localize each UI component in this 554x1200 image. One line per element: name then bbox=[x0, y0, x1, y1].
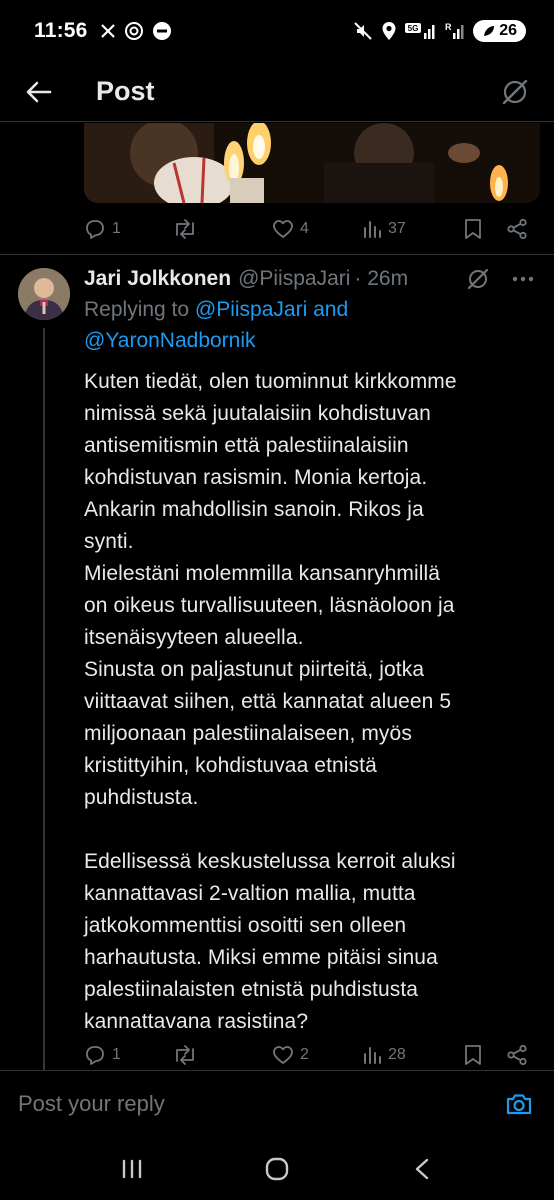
more-options-icon[interactable] bbox=[512, 276, 534, 282]
bookmark-button[interactable] bbox=[464, 1044, 506, 1066]
x-app-icon bbox=[100, 24, 115, 38]
reply-count: 1 bbox=[112, 1046, 121, 1063]
grok-icon[interactable] bbox=[466, 267, 490, 291]
share-button[interactable] bbox=[506, 1044, 534, 1066]
back-nav-icon bbox=[415, 1158, 428, 1180]
replying-to-and[interactable]: and bbox=[307, 298, 348, 321]
share-icon bbox=[507, 218, 527, 240]
share-button[interactable] bbox=[506, 218, 534, 240]
camera-icon bbox=[506, 1093, 532, 1114]
svg-text:R: R bbox=[445, 22, 452, 32]
home-button[interactable] bbox=[247, 1149, 307, 1189]
page-title: Post bbox=[96, 76, 155, 106]
reply-button[interactable]: 1 bbox=[84, 1044, 172, 1066]
like-count: 2 bbox=[300, 1046, 309, 1063]
like-button[interactable]: 2 bbox=[272, 1045, 362, 1065]
bookmark-icon bbox=[465, 219, 481, 239]
bookmark-icon bbox=[465, 1045, 481, 1065]
recents-button[interactable] bbox=[102, 1149, 162, 1189]
views-icon bbox=[364, 1047, 381, 1064]
thread-line bbox=[43, 328, 45, 1070]
views-button[interactable]: 28 bbox=[362, 1045, 464, 1065]
post-divider bbox=[0, 254, 554, 255]
mute-icon bbox=[354, 22, 372, 40]
reply-post-actions: 1 2 28 bbox=[84, 1040, 534, 1070]
battery-saver-icon bbox=[484, 26, 495, 36]
signal-roaming-icon: R bbox=[445, 22, 464, 39]
repost-button[interactable] bbox=[172, 218, 272, 240]
svg-text:5G: 5G bbox=[408, 24, 419, 33]
parent-post-actions: 1 4 37 bbox=[84, 214, 534, 244]
bookmark-button[interactable] bbox=[464, 218, 506, 240]
views-button[interactable]: 37 bbox=[362, 219, 464, 239]
recents-icon bbox=[123, 1159, 142, 1179]
reply-header: Jari Jolkkonen @PiispaJari · 26m bbox=[84, 262, 534, 296]
back-button[interactable] bbox=[22, 75, 56, 109]
author-handle[interactable]: @PiispaJari bbox=[238, 267, 350, 291]
share-icon bbox=[507, 1044, 527, 1066]
like-button[interactable]: 4 bbox=[272, 219, 362, 239]
camera-button[interactable] bbox=[502, 1087, 536, 1121]
reply-button[interactable]: 1 bbox=[84, 218, 172, 240]
parent-post-media[interactable] bbox=[84, 123, 540, 203]
status-system-icons: 5G R 26 bbox=[353, 20, 526, 42]
status-time: 11:56 bbox=[34, 19, 88, 42]
reply-icon bbox=[86, 220, 104, 239]
repost-icon bbox=[176, 219, 194, 239]
reply-composer bbox=[0, 1070, 554, 1136]
top-app-bar: Post bbox=[0, 62, 554, 122]
battery-indicator: 26 bbox=[473, 20, 526, 42]
reply-count: 1 bbox=[112, 220, 121, 237]
mention-link[interactable]: @PiispaJari bbox=[195, 298, 307, 321]
grok-icon bbox=[502, 79, 528, 104]
post-text: Kuten tiedät, olen tuominnut kirkkomme n… bbox=[84, 370, 457, 1033]
avatar[interactable] bbox=[18, 268, 70, 320]
signal-5g-icon: 5G bbox=[405, 23, 435, 39]
avatar-photo bbox=[18, 268, 70, 320]
mention-link[interactable]: @YaronNadbornik bbox=[84, 329, 256, 352]
home-icon bbox=[265, 1157, 289, 1181]
like-icon bbox=[273, 1046, 293, 1064]
author-name[interactable]: Jari Jolkkonen bbox=[84, 267, 231, 291]
grok-button[interactable] bbox=[498, 75, 532, 109]
candlelight-photo bbox=[84, 123, 540, 203]
threads-icon bbox=[124, 22, 143, 40]
repost-button[interactable] bbox=[172, 1044, 272, 1066]
status-bar: 11:56 5G R 26 bbox=[0, 0, 554, 62]
view-count: 28 bbox=[388, 1046, 406, 1063]
view-count: 37 bbox=[388, 220, 406, 237]
like-count: 4 bbox=[300, 220, 309, 237]
replying-to-prefix: Replying to bbox=[84, 298, 195, 321]
screen: 11:56 5G R 26 Post 1 4 37 Jari Jolkkonen… bbox=[0, 0, 554, 1200]
post-time: · 26m bbox=[354, 267, 409, 290]
back-arrow-icon bbox=[26, 81, 52, 102]
status-notification-icons bbox=[100, 21, 172, 41]
system-back-button[interactable] bbox=[392, 1149, 452, 1189]
system-navigation-bar bbox=[0, 1138, 554, 1200]
battery-level: 26 bbox=[499, 22, 517, 39]
reply-header-actions bbox=[466, 267, 534, 291]
like-icon bbox=[273, 220, 293, 238]
repost-icon bbox=[176, 1045, 194, 1065]
location-icon bbox=[382, 22, 396, 40]
reply-input[interactable] bbox=[18, 1090, 502, 1117]
replying-to: Replying to @PiispaJari and @YaronNadbor… bbox=[84, 294, 534, 356]
wear-os-icon bbox=[152, 22, 171, 40]
reply-icon bbox=[86, 1046, 104, 1065]
views-icon bbox=[364, 221, 381, 238]
